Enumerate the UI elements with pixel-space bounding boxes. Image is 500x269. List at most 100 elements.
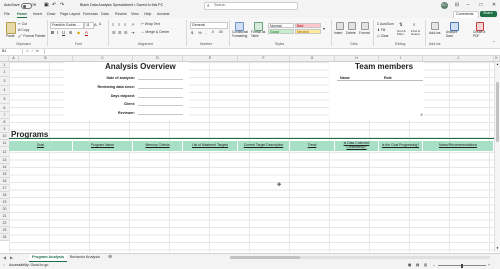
row-header[interactable]: 6: [0, 104, 9, 112]
row-header[interactable]: 9: [0, 126, 9, 133]
row-header[interactable]: 11: [0, 140, 9, 147]
col-notes[interactable]: Notes/Recommendations: [423, 141, 494, 151]
column-header[interactable]: E: [183, 56, 238, 61]
style-neutral[interactable]: Neutral: [295, 29, 321, 34]
row-header[interactable]: 20: [0, 206, 9, 213]
copy-button[interactable]: ⧉ Copy: [18, 28, 29, 32]
paste-label[interactable]: Paste: [6, 34, 15, 38]
column-header[interactable]: A: [9, 56, 19, 61]
fill-color-icon[interactable]: ◆: [77, 30, 80, 35]
undo-icon[interactable]: ↶: [52, 2, 56, 8]
delete-cells-icon[interactable]: [348, 22, 356, 30]
row-header[interactable]: 16: [0, 178, 9, 185]
delete-cells-label[interactable]: Delete: [346, 31, 356, 35]
orientation-icon[interactable]: ↗: [131, 22, 134, 27]
redo-icon[interactable]: ↷: [60, 2, 64, 8]
increase-font-icon[interactable]: A: [94, 22, 97, 27]
column-header[interactable]: H: [335, 56, 379, 61]
increase-decimal-icon[interactable]: .0: [211, 30, 214, 34]
conditional-formatting-label[interactable]: Conditional Formatting: [232, 30, 250, 38]
vertical-scrollbar[interactable]: ▲ ▼: [494, 62, 500, 252]
share-button[interactable]: Share: [480, 11, 497, 17]
decrease-font-icon[interactable]: A: [99, 22, 101, 26]
row-header[interactable]: 17: [0, 185, 9, 192]
tab-formulas[interactable]: Formulas: [83, 12, 98, 16]
field-reviewing-since[interactable]: [138, 82, 183, 89]
collapse-ribbon-icon[interactable]: ⌃: [492, 40, 495, 45]
save-icon[interactable]: ▣: [44, 2, 49, 8]
row-header[interactable]: 22: [0, 220, 9, 227]
column-header[interactable]: C: [73, 56, 133, 61]
row-header[interactable]: 19: [0, 199, 9, 206]
insert-function-icon[interactable]: fx: [36, 49, 39, 54]
font-name-select[interactable]: Franklin Gothic ...: [50, 22, 84, 29]
accessibility-status[interactable]: Accessibility: Good to go: [9, 263, 48, 268]
align-middle-icon[interactable]: ≡: [118, 22, 120, 27]
row-header[interactable]: 14: [0, 164, 9, 171]
align-center-icon[interactable]: ☰: [118, 30, 122, 35]
tab-page-layout[interactable]: Page Layout: [60, 12, 80, 16]
style-normal[interactable]: Normal: [268, 23, 294, 28]
row-header[interactable]: 21: [0, 213, 9, 220]
field-date-of-analysis[interactable]: [138, 73, 183, 80]
row-header[interactable]: 24: [0, 234, 9, 241]
col-memory-criteria[interactable]: Memory Criteria: [133, 141, 183, 151]
find-select-icon[interactable]: ⌕: [413, 22, 416, 27]
tab-review[interactable]: Review: [115, 12, 127, 16]
insert-cells-label[interactable]: Insert: [334, 31, 342, 35]
field-days-elapsed[interactable]: [138, 91, 183, 98]
page-layout-view-icon[interactable]: ▤: [416, 263, 419, 268]
bold-icon[interactable]: B: [51, 30, 54, 35]
column-header[interactable]: K: [494, 56, 500, 61]
row-header[interactable]: 4: [0, 86, 9, 95]
sheet-tab-behavior-analysis[interactable]: Behavior Analysis: [67, 254, 103, 261]
addins-icon[interactable]: [431, 22, 439, 30]
scrollbar-thumb[interactable]: [496, 82, 499, 142]
tab-data[interactable]: Data: [101, 12, 109, 16]
paste-icon[interactable]: [6, 22, 16, 34]
font-size-select[interactable]: 11: [84, 22, 94, 29]
col-current-target[interactable]: Current Target Description: [238, 141, 290, 151]
styles-more-icon[interactable]: ▾: [323, 26, 325, 31]
addins-label[interactable]: Add-ins: [429, 31, 441, 35]
sort-filter-icon[interactable]: ⇅: [399, 22, 403, 28]
field-client[interactable]: [138, 99, 183, 106]
row-header[interactable]: 10: [0, 133, 9, 140]
zoom-slider-thumb[interactable]: [461, 263, 463, 268]
col-mastered-targets[interactable]: List of Mastered Targets: [183, 141, 238, 151]
row-header[interactable]: 5: [0, 95, 9, 104]
align-left-icon[interactable]: ☰: [112, 30, 116, 35]
row-header[interactable]: 3: [0, 77, 9, 86]
tab-help[interactable]: Help: [144, 12, 151, 16]
merge-center-button[interactable]: ⇔ Merge & Center: [141, 30, 169, 34]
horizontal-scrollbar[interactable]: [230, 256, 490, 259]
user-avatar[interactable]: KC: [441, 2, 448, 9]
wrap-text-button[interactable]: ↵ Wrap Text: [141, 22, 160, 26]
underline-icon[interactable]: U: [62, 30, 65, 35]
column-header[interactable]: G: [290, 56, 335, 61]
style-bad[interactable]: Bad: [295, 23, 321, 28]
tab-file[interactable]: File: [4, 12, 10, 16]
scroll-up-icon[interactable]: ▲: [496, 62, 499, 66]
row-header[interactable]: 23: [0, 227, 9, 234]
create-pdf-label[interactable]: Create a PDF: [473, 30, 487, 38]
sheet-tab-program-analysis[interactable]: Program Analysis: [29, 254, 68, 262]
align-top-icon[interactable]: ≡: [112, 22, 114, 27]
col-program-name[interactable]: Program Name: [73, 141, 133, 151]
analyze-data-label[interactable]: Analyze Data: [446, 30, 462, 38]
cancel-formula-icon[interactable]: ✕: [26, 49, 29, 54]
name-box[interactable]: B1: [0, 49, 23, 54]
format-cells-label[interactable]: Format: [359, 31, 370, 35]
column-header[interactable]: J: [423, 56, 494, 61]
fill-button[interactable]: ⬇ Fill: [377, 28, 385, 32]
page-break-view-icon[interactable]: ▥: [424, 263, 427, 268]
align-bottom-icon[interactable]: ≡: [124, 22, 126, 27]
col-trend[interactable]: Trend: [290, 141, 335, 151]
row-header[interactable]: 18: [0, 192, 9, 199]
clear-button[interactable]: ◇ Clear: [377, 34, 389, 38]
tab-acrobat[interactable]: Acrobat: [157, 12, 169, 16]
row-header[interactable]: 2: [0, 68, 9, 77]
borders-icon[interactable]: ⊞: [69, 30, 73, 35]
cut-button[interactable]: ✂ Cut: [18, 22, 27, 26]
row-header[interactable]: 13: [0, 157, 9, 164]
